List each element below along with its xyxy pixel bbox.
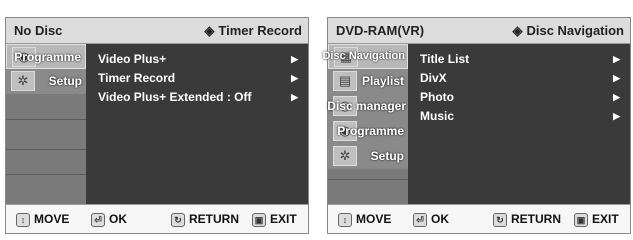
disc-navigation-menu-panel: DVD-RAM(VR) ◈ Disc Navigation ▦ Disc Navi… [322,17,631,234]
menu-item-label: DivX [420,71,447,85]
menu-item-music[interactable]: Music ▶ [420,109,620,127]
exit-icon: ▣ [252,213,266,227]
film-icon: ▤ [333,71,357,91]
mode-title-text: Disc Navigation [526,23,624,38]
title-bar: No Disc ◈ Timer Record [6,18,308,44]
diamond-icon: ◈ [204,23,215,38]
divider [6,174,86,175]
menu-item-video-plus[interactable]: Video Plus+ ▶ [98,52,298,70]
divider [6,119,86,120]
sidebar-item-programme[interactable]: ◉ Programme [6,44,86,69]
enter-icon: ⏎ [91,213,105,227]
menu-item-label: Timer Record [98,71,176,85]
menu-item-video-plus-extended[interactable]: Video Plus+ Extended : Off ▶ [98,90,298,108]
menu-item-title-list[interactable]: Title List ▶ [420,52,620,70]
chevron-right-icon: ▶ [291,73,298,83]
ok-hint: ⏎ OK [413,212,449,227]
sidebar-item-setup[interactable]: ✲ Setup [6,69,86,94]
mode-title: ◈ Disc Navigation [512,23,624,39]
sidebar-item-label: Setup [370,149,404,163]
menu-item-label: Video Plus+ [98,52,167,66]
exit-hint: ▣ EXIT [252,212,297,227]
sidebar-item-playlist[interactable]: ▤ Playlist [328,69,408,94]
menu-item-label: Photo [420,90,454,104]
menu-item-timer-record[interactable]: Timer Record ▶ [98,71,298,89]
mode-title-text: Timer Record [218,23,302,38]
menu-list: Video Plus+ ▶ Timer Record ▶ Video Plus+… [86,44,308,204]
mode-title: ◈ Timer Record [204,23,302,39]
sidebar-item-label: Playlist [361,74,404,88]
menu-item-label: Video Plus+ Extended : Off [98,90,252,104]
return-hint: ↻ RETURN [493,212,561,227]
move-hint: ↕ MOVE [16,212,69,227]
sidebar: ◉ Programme ✲ Setup [6,44,86,204]
disc-status: DVD-RAM(VR) [336,23,425,38]
sidebar-item-programme[interactable]: ◉ Programme [328,119,408,144]
chevron-right-icon: ▶ [613,111,620,121]
footer-hints: ↕ MOVE ⏎ OK ↻ RETURN ▣ EXIT [6,204,308,233]
divider [6,149,86,150]
gear-icon: ✲ [11,71,35,91]
diamond-icon: ◈ [512,23,523,38]
chevron-right-icon: ▶ [613,92,620,102]
chevron-right-icon: ▶ [613,73,620,83]
sidebar-item-label: Programme [14,50,81,64]
sidebar-item-label: Programme [337,124,404,138]
ok-hint: ⏎ OK [91,212,127,227]
return-icon: ↻ [493,213,507,227]
exit-hint: ▣ EXIT [574,212,619,227]
arrow-keys-icon: ↕ [16,213,30,227]
title-bar: DVD-RAM(VR) ◈ Disc Navigation [328,18,630,44]
exit-icon: ▣ [574,213,588,227]
sidebar-item-disc-manager[interactable]: ◎ Disc manager [327,94,408,119]
move-hint: ↕ MOVE [338,212,391,227]
timer-record-menu-panel: No Disc ◈ Timer Record ◉ Programme ✲ Setu… [5,17,309,234]
chevron-right-icon: ▶ [613,54,620,64]
enter-icon: ⏎ [413,213,427,227]
chevron-right-icon: ▶ [291,92,298,102]
menu-list: Title List ▶ DivX ▶ Photo ▶ Music ▶ [408,44,630,204]
divider [328,179,408,180]
footer-hints: ↕ MOVE ⏎ OK ↻ RETURN ▣ EXIT [328,204,630,233]
menu-item-label: Title List [420,52,470,66]
sidebar-item-disc-navigation[interactable]: ▦ Disc Navigation [322,44,408,69]
disc-status: No Disc [14,23,63,38]
sidebar-item-label: Disc Navigation [322,50,405,62]
arrow-keys-icon: ↕ [338,213,352,227]
sidebar-item-label: Disc manager [327,99,406,113]
menu-item-photo[interactable]: Photo ▶ [420,90,620,108]
menu-item-divx[interactable]: DivX ▶ [420,71,620,89]
gear-icon: ✲ [333,146,357,166]
return-hint: ↻ RETURN [171,212,239,227]
return-icon: ↻ [171,213,185,227]
menu-item-label: Music [420,109,455,123]
chevron-right-icon: ▶ [291,54,298,64]
sidebar-item-setup[interactable]: ✲ Setup [328,144,408,169]
sidebar: ▦ Disc Navigation ▤ Playlist ◎ Disc mana… [322,44,408,204]
sidebar-item-label: Setup [48,74,82,88]
